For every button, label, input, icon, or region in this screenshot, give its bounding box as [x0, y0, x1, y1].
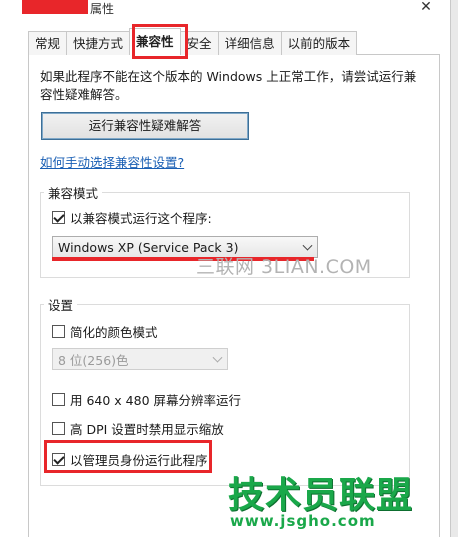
- tab-general[interactable]: 常规: [28, 31, 68, 55]
- tab-compatibility[interactable]: 兼容性: [129, 28, 181, 55]
- brand-url: www.jsgho.com: [230, 512, 376, 530]
- high-dpi-label: 高 DPI 设置时禁用显示缩放: [70, 422, 224, 437]
- color-depth-select: 8 位(256)色: [52, 348, 228, 370]
- brand-name: 技术员联盟: [228, 475, 414, 516]
- chevron-down-icon: [212, 352, 223, 363]
- site-watermark: 三联网 3LIAN.COM: [196, 256, 372, 278]
- reduced-color-checkbox[interactable]: [52, 325, 65, 338]
- chevron-down-icon: [302, 240, 313, 251]
- compat-mode-checkbox[interactable]: [52, 211, 65, 224]
- run-as-admin-checkbox[interactable]: [52, 453, 65, 466]
- close-button[interactable]: ✕: [414, 0, 438, 16]
- color-depth-value: 8 位(256)色: [58, 352, 129, 368]
- res-640-row[interactable]: 用 640 x 480 屏幕分辨率运行: [52, 390, 241, 409]
- window-title: 属性: [90, 2, 115, 16]
- tab-previous-versions[interactable]: 以前的版本: [280, 31, 358, 55]
- brand-watermark: 技术员联盟 www.jsgho.com: [228, 466, 418, 536]
- intro-text: 如果此程序不能在这个版本的 Windows 上正常工作，请尝试运行兼容性疑难解答…: [40, 69, 417, 102]
- tab-shortcut[interactable]: 快捷方式: [66, 31, 131, 55]
- tab-bar: 常规 快捷方式 兼容性 安全 详细信息 以前的版本: [28, 28, 358, 55]
- background-window-edge: [450, 0, 458, 537]
- run-as-admin-label: 以管理员身份运行此程序: [70, 453, 208, 468]
- tab-security[interactable]: 安全: [179, 31, 219, 55]
- compat-mode-checkbox-row[interactable]: 以兼容模式运行这个程序:: [52, 208, 212, 227]
- compat-mode-group-label: 兼容模式: [44, 183, 103, 202]
- manual-settings-link[interactable]: 如何手动选择兼容性设置?: [40, 152, 184, 171]
- title-bar: 属性 ✕: [0, 0, 458, 24]
- settings-group-label: 设置: [44, 295, 78, 314]
- reduced-color-row[interactable]: 简化的颜色模式: [52, 322, 158, 341]
- tab-details[interactable]: 详细信息: [217, 31, 282, 55]
- res-640-checkbox[interactable]: [52, 393, 65, 406]
- reduced-color-label: 简化的颜色模式: [70, 325, 158, 340]
- res-640-label: 用 640 x 480 屏幕分辨率运行: [70, 393, 242, 408]
- run-as-admin-row[interactable]: 以管理员身份运行此程序: [52, 450, 208, 469]
- redacted-title-block: [22, 0, 88, 14]
- high-dpi-checkbox[interactable]: [52, 422, 65, 435]
- high-dpi-row[interactable]: 高 DPI 设置时禁用显示缩放: [52, 419, 224, 438]
- compat-mode-checkbox-label: 以兼容模式运行这个程序:: [70, 211, 212, 226]
- run-troubleshooter-button[interactable]: 运行兼容性疑难解答: [41, 112, 249, 140]
